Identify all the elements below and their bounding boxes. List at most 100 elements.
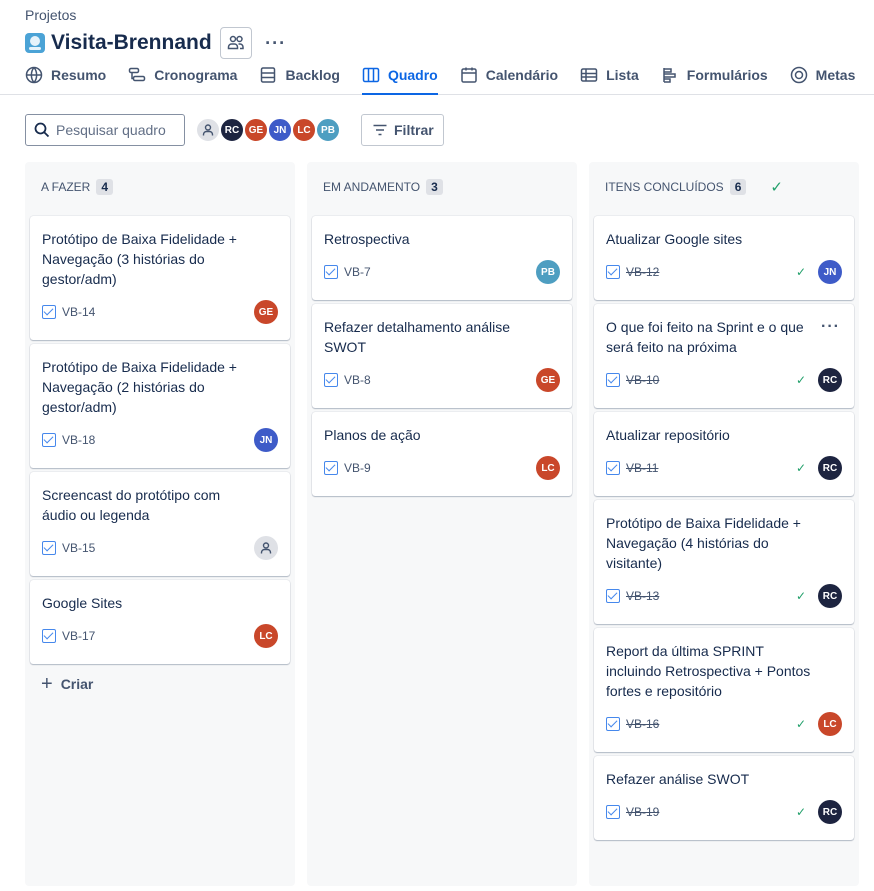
- more-actions-button[interactable]: ···: [262, 29, 290, 57]
- issue-key[interactable]: VB-8: [344, 373, 371, 387]
- search-box[interactable]: [25, 114, 185, 146]
- avatar-jn[interactable]: JN: [267, 117, 293, 143]
- issue-key[interactable]: VB-15: [62, 541, 95, 555]
- backlog-icon: [259, 66, 277, 84]
- search-input[interactable]: [56, 122, 176, 138]
- task-checkbox-icon: [42, 433, 56, 447]
- card-footer: VB-8 GE: [324, 368, 560, 392]
- tab-metas[interactable]: Metas: [790, 66, 855, 95]
- issue-card[interactable]: Refazer detalhamento análise SWOT VB-8 G…: [312, 304, 572, 408]
- task-checkbox-icon: [42, 629, 56, 643]
- unassigned-avatar[interactable]: [254, 536, 278, 560]
- tab-label: Lista: [606, 67, 639, 83]
- card-footer: VB-17 LC: [42, 624, 278, 648]
- column-header: ITENS CONCLUÍDOS 6 ✓: [605, 179, 783, 196]
- issue-key[interactable]: VB-14: [62, 305, 95, 319]
- create-label: Criar: [60, 676, 94, 692]
- create-issue-button[interactable]: + Criar: [41, 674, 94, 694]
- avatar-pb[interactable]: PB: [315, 117, 341, 143]
- issue-card[interactable]: Retrospectiva VB-7 PB: [312, 216, 572, 300]
- issue-card[interactable]: Atualizar Google sites VB-12 ✓ JN: [594, 216, 854, 300]
- issue-card[interactable]: Report da última SPRINT incluindo Retros…: [594, 628, 854, 752]
- avatar-lc[interactable]: LC: [291, 117, 317, 143]
- goals-icon: [790, 66, 808, 84]
- issue-card[interactable]: Screencast do protótipo com áudio ou leg…: [30, 472, 290, 576]
- card-more-actions-button[interactable]: ···: [821, 318, 840, 336]
- column-em-andamento: EM ANDAMENTO 3 Retrospectiva VB-7 PB Ref…: [307, 162, 577, 886]
- issue-key[interactable]: VB-19: [626, 805, 659, 819]
- assignee-avatar[interactable]: LC: [818, 712, 842, 736]
- assignee-avatar[interactable]: JN: [818, 260, 842, 284]
- column-count: 6: [729, 179, 747, 195]
- tab-quadro[interactable]: Quadro: [361, 66, 438, 95]
- team-button[interactable]: [219, 27, 252, 59]
- column-title: A FAZER: [41, 180, 91, 194]
- project-title-row: Visita-Brennand ···: [25, 27, 290, 59]
- issue-card[interactable]: Protótipo de Baixa Fidelidade + Navegaçã…: [30, 216, 290, 340]
- timeline-icon: [128, 66, 146, 84]
- resolved-check-icon: ✓: [795, 461, 806, 475]
- card-footer: VB-7 PB: [324, 260, 560, 284]
- task-checkbox-icon: [42, 541, 56, 555]
- assignee-avatar[interactable]: GE: [536, 368, 560, 392]
- tab-cronograma[interactable]: Cronograma: [128, 66, 237, 95]
- column-itens-concluidos: ITENS CONCLUÍDOS 6 ✓ Atualizar Google si…: [589, 162, 859, 886]
- issue-key[interactable]: VB-9: [344, 461, 371, 475]
- tab-formularios[interactable]: Formulários: [661, 66, 768, 95]
- assignee-avatar[interactable]: PB: [536, 260, 560, 284]
- issue-card[interactable]: Planos de ação VB-9 LC: [312, 412, 572, 496]
- card-footer: VB-11 ✓ RC: [606, 456, 842, 480]
- issue-key[interactable]: VB-16: [626, 717, 659, 731]
- tab-resumo[interactable]: Resumo: [25, 66, 106, 95]
- issue-key[interactable]: VB-11: [626, 461, 658, 475]
- column-count: 4: [96, 179, 114, 195]
- avatar-rc[interactable]: RC: [219, 117, 245, 143]
- issue-key[interactable]: VB-13: [626, 589, 659, 603]
- filter-button[interactable]: Filtrar: [361, 114, 444, 146]
- assignee-avatar[interactable]: GE: [254, 300, 278, 324]
- card-title: Protótipo de Baixa Fidelidade + Navegaçã…: [42, 231, 237, 287]
- resolved-check-icon: ✓: [795, 265, 806, 279]
- avatar-ge[interactable]: GE: [243, 117, 269, 143]
- column-header: A FAZER 4: [41, 179, 114, 195]
- issue-card[interactable]: Atualizar repositório VB-11 ✓ RC: [594, 412, 854, 496]
- project-header: Projetos Visita-Brennand ··· Resumo Cron…: [0, 0, 874, 95]
- project-title[interactable]: Visita-Brennand: [51, 31, 212, 55]
- assignee-avatar[interactable]: RC: [818, 800, 842, 824]
- assignee-avatar[interactable]: RC: [818, 456, 842, 480]
- breadcrumb[interactable]: Projetos: [25, 7, 76, 23]
- tab-lista[interactable]: Lista: [580, 66, 639, 95]
- issue-key[interactable]: VB-17: [62, 629, 95, 643]
- card-footer: VB-16 ✓ LC: [606, 712, 842, 736]
- assignee-avatar[interactable]: LC: [536, 456, 560, 480]
- task-checkbox-icon: [606, 589, 620, 603]
- task-checkbox-icon: [42, 305, 56, 319]
- issue-card[interactable]: O que foi feito na Sprint e o que será f…: [594, 304, 854, 408]
- avatar-unassigned[interactable]: [195, 117, 221, 143]
- card-title: Screencast do protótipo com áudio ou leg…: [42, 487, 221, 523]
- assignee-avatar[interactable]: LC: [254, 624, 278, 648]
- issue-key[interactable]: VB-10: [626, 373, 659, 387]
- filter-label: Filtrar: [394, 122, 434, 138]
- issue-card[interactable]: Protótipo de Baixa Fidelidade + Navegaçã…: [594, 500, 854, 624]
- column-title: EM ANDAMENTO: [323, 180, 421, 194]
- tab-calendario[interactable]: Calendário: [460, 66, 558, 95]
- issue-card[interactable]: Protótipo de Baixa Fidelidade + Navegaçã…: [30, 344, 290, 468]
- project-tabs: Resumo Cronograma Backlog Quadro Calendá…: [25, 66, 874, 95]
- issue-key[interactable]: VB-7: [344, 265, 371, 279]
- assignee-avatar[interactable]: RC: [818, 584, 842, 608]
- assignee-avatar[interactable]: JN: [254, 428, 278, 452]
- assignee-avatar[interactable]: RC: [818, 368, 842, 392]
- card-title: Planos de ação: [324, 427, 421, 443]
- issue-key[interactable]: VB-18: [62, 433, 95, 447]
- tab-backlog[interactable]: Backlog: [259, 66, 340, 95]
- tab-label: Resumo: [51, 67, 107, 83]
- issue-card[interactable]: Google Sites VB-17 LC: [30, 580, 290, 664]
- issue-key[interactable]: VB-12: [626, 265, 659, 279]
- issue-card[interactable]: Refazer análise SWOT VB-19 ✓ RC: [594, 756, 854, 840]
- resolved-check-icon: ✓: [795, 589, 806, 603]
- calendar-icon: [460, 66, 478, 84]
- column-a-fazer: A FAZER 4 Protótipo de Baixa Fidelidade …: [25, 162, 295, 886]
- globe-icon: [25, 66, 43, 84]
- tab-label: Quadro: [387, 67, 438, 83]
